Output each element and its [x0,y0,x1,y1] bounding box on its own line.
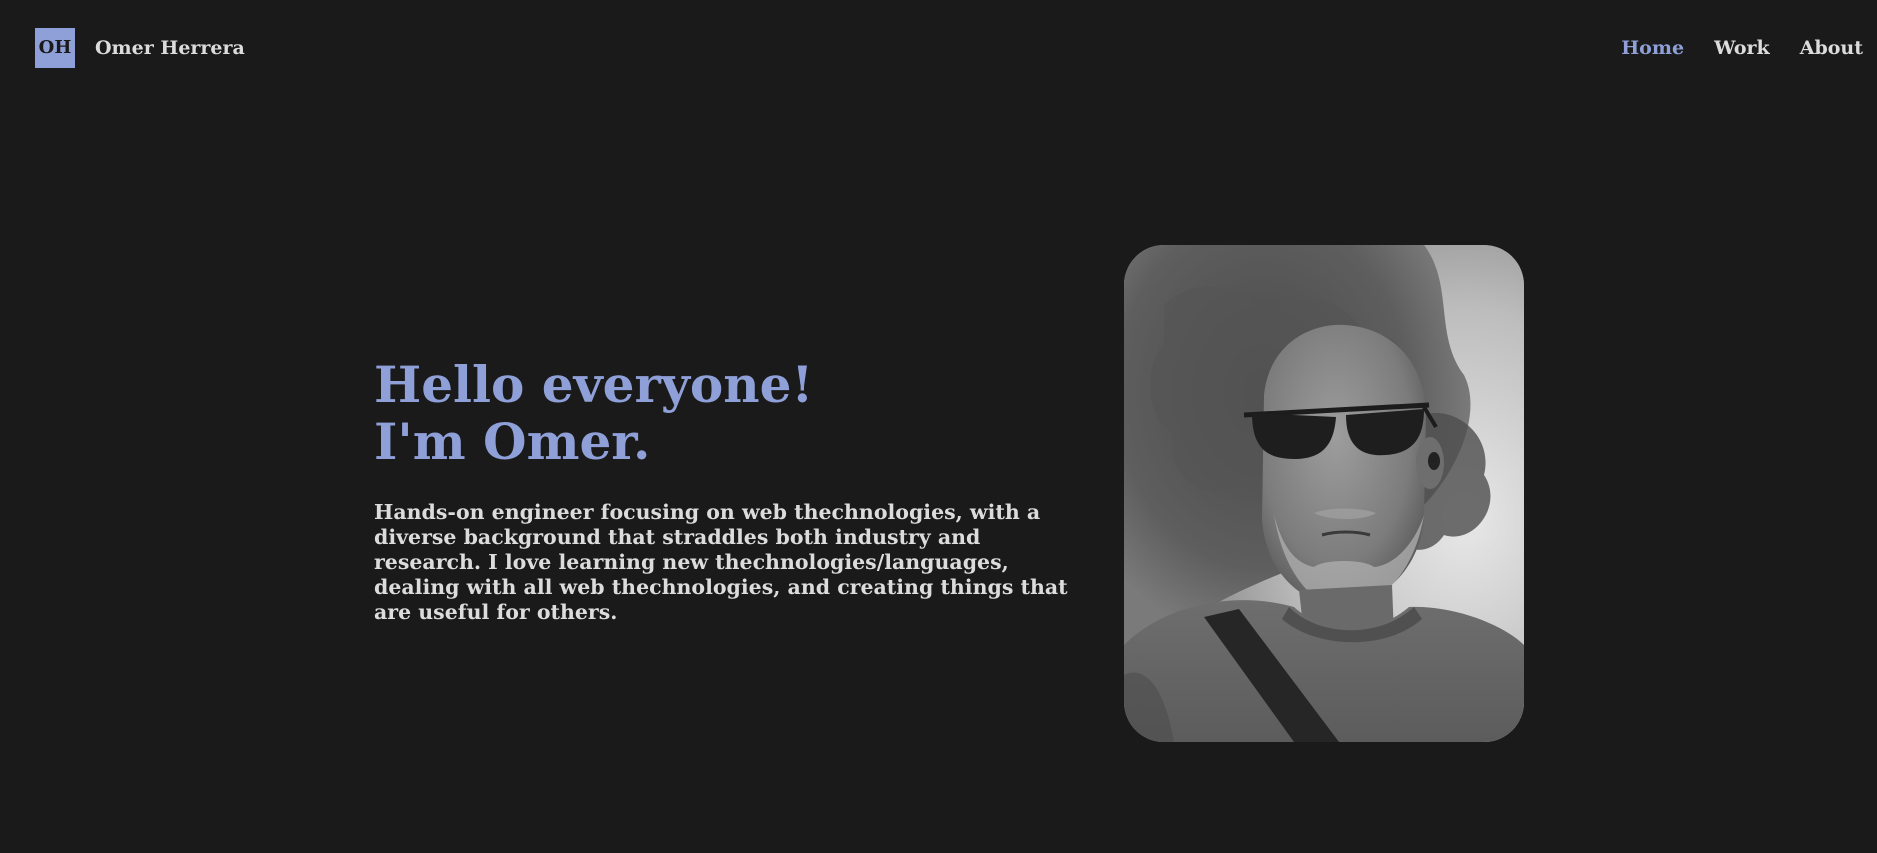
page: OH Omer Herrera Home Work About Hello ev… [0,0,1877,853]
main-nav: Home Work About [1621,34,1863,62]
hero-description: Hands-on engineer focusing on web thechn… [374,500,1068,624]
logo-badge[interactable]: OH [35,28,75,68]
nav-work-link[interactable]: Work [1714,34,1770,62]
profile-photo-illustration [1124,245,1524,742]
profile-photo [1124,245,1524,742]
nav-about-link[interactable]: About [1800,34,1863,62]
site-header: OH Omer Herrera Home Work About [0,0,1877,96]
site-name-link[interactable]: Omer Herrera [95,34,245,62]
hero-title: Hello everyone! I'm Omer. [374,356,1074,470]
hero-title-line-2: I'm Omer. [374,412,651,471]
hero-title-line-1: Hello everyone! [374,355,814,414]
hero-intro: Hello everyone! I'm Omer. Hands-on engin… [374,356,1074,625]
nav-home-link[interactable]: Home [1621,34,1684,62]
